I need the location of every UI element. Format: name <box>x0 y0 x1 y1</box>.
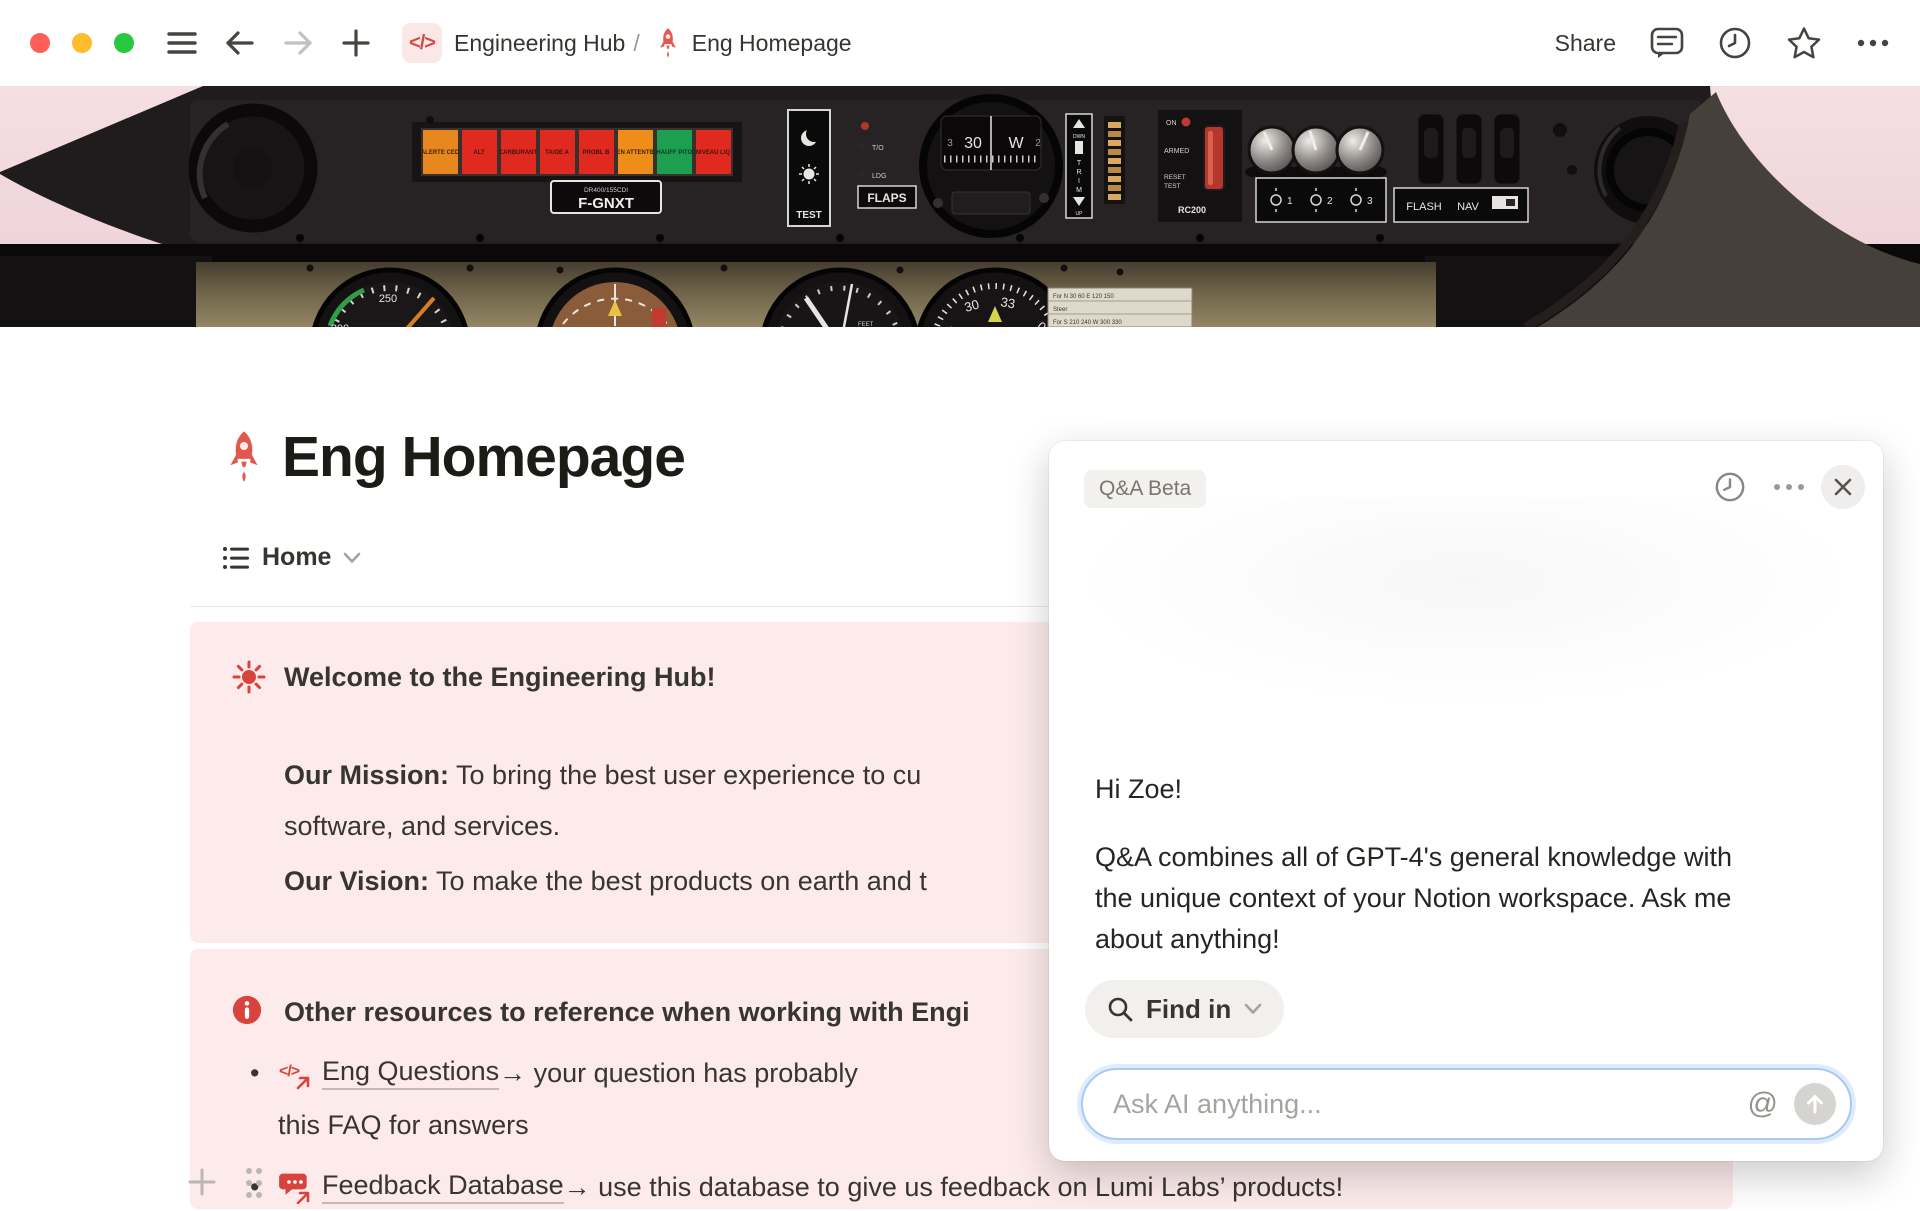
eng-questions-link[interactable]: Eng Questions <box>322 1056 499 1090</box>
tab-home[interactable]: Home <box>222 543 361 572</box>
more-options-icon[interactable] <box>1856 38 1890 48</box>
send-button[interactable] <box>1794 1083 1836 1125</box>
bullet2-text: → use this database to give us feedback … <box>564 1172 1343 1203</box>
ask-ai-input-wrap: @ <box>1081 1068 1852 1140</box>
breadcrumb-separator: / <box>633 30 639 57</box>
vision-label: Our Vision: <box>284 866 429 896</box>
search-icon <box>1107 996 1133 1022</box>
mention-at-icon[interactable]: @ <box>1748 1087 1778 1121</box>
page-icon-rocket[interactable] <box>222 428 266 486</box>
back-arrow-icon[interactable] <box>222 25 258 61</box>
chevron-down-icon[interactable] <box>343 552 361 564</box>
mission-label: Our Mission: <box>284 760 449 790</box>
qa-more-options-icon[interactable] <box>1771 471 1807 503</box>
drag-handle-icon[interactable] <box>240 1164 268 1202</box>
qa-greeting: Hi Zoe! <box>1095 774 1182 805</box>
chevron-down-icon <box>1244 1003 1262 1015</box>
workspace-code-icon[interactable]: </> <box>402 23 442 63</box>
qa-description-line: the unique context of your Notion worksp… <box>1095 878 1732 919</box>
share-button[interactable]: Share <box>1555 30 1616 57</box>
info-icon <box>232 995 262 1025</box>
close-window-button[interactable] <box>30 33 50 53</box>
panel-glass-highlight <box>1071 497 1861 707</box>
qa-beta-badge: Q&A Beta <box>1084 470 1206 508</box>
bullet1-line2: this FAQ for answers <box>278 1101 529 1149</box>
ask-ai-input[interactable] <box>1113 1089 1748 1120</box>
mission-line2: software, and services. <box>284 801 921 852</box>
feedback-database-link[interactable]: Feedback Database <box>322 1170 564 1204</box>
sun-icon <box>232 660 266 694</box>
rocket-icon <box>654 27 682 59</box>
resources-heading: Other resources to reference when workin… <box>284 997 970 1028</box>
code-glyph: </> <box>409 32 435 55</box>
svg-text:</>: </> <box>279 1063 300 1080</box>
qa-description: Q&A combines all of GPT-4's general know… <box>1095 837 1732 960</box>
arrow-up-icon <box>1804 1093 1826 1115</box>
tab-home-label: Home <box>262 543 331 572</box>
new-page-plus-icon[interactable] <box>338 25 374 61</box>
breadcrumb-workspace[interactable]: Engineering Hub <box>454 30 625 57</box>
list-item: </> Eng Questions → your question has pr… <box>250 1049 858 1097</box>
forward-arrow-icon[interactable] <box>280 25 316 61</box>
qa-description-line: Q&A combines all of GPT-4's general know… <box>1095 837 1732 878</box>
feedback-chat-icon <box>278 1170 312 1204</box>
bullet1-text: → your question has probably <box>499 1058 858 1089</box>
breadcrumb-page[interactable]: Eng Homepage <box>692 30 852 57</box>
window-toolbar: </> Engineering Hub / Eng Homepage Share <box>0 0 1920 86</box>
mission-text: To bring the best user experience to cu <box>449 760 921 790</box>
code-link-icon: </> <box>278 1056 312 1090</box>
list-view-icon <box>222 545 250 571</box>
traffic-lights <box>30 33 134 53</box>
minimize-window-button[interactable] <box>72 33 92 53</box>
qa-close-button[interactable] <box>1821 465 1865 509</box>
add-block-plus-icon[interactable] <box>186 1166 218 1198</box>
find-in-dropdown[interactable]: Find in <box>1085 980 1284 1038</box>
close-icon <box>1833 477 1853 497</box>
history-clock-icon[interactable] <box>1718 26 1752 60</box>
welcome-heading: Welcome to the Engineering Hub! <box>284 662 716 693</box>
zoom-window-button[interactable] <box>114 33 134 53</box>
page-title[interactable]: Eng Homepage <box>282 424 685 490</box>
qa-panel: Q&A Beta Hi Zoe! Q&A combines all of GPT… <box>1049 441 1883 1161</box>
find-in-label: Find in <box>1146 994 1231 1025</box>
comments-icon[interactable] <box>1650 27 1684 59</box>
favorite-star-icon[interactable] <box>1786 26 1822 60</box>
vision-text: To make the best products on earth and t <box>429 866 927 896</box>
sidebar-menu-icon[interactable] <box>164 25 200 61</box>
vision-paragraph: Our Vision: To make the best products on… <box>284 856 927 907</box>
mission-paragraph: Our Mission: To bring the best user expe… <box>284 750 921 852</box>
qa-description-line: about anything! <box>1095 919 1732 960</box>
qa-history-icon[interactable] <box>1714 471 1746 503</box>
list-item: Feedback Database → use this database to… <box>250 1163 1343 1211</box>
